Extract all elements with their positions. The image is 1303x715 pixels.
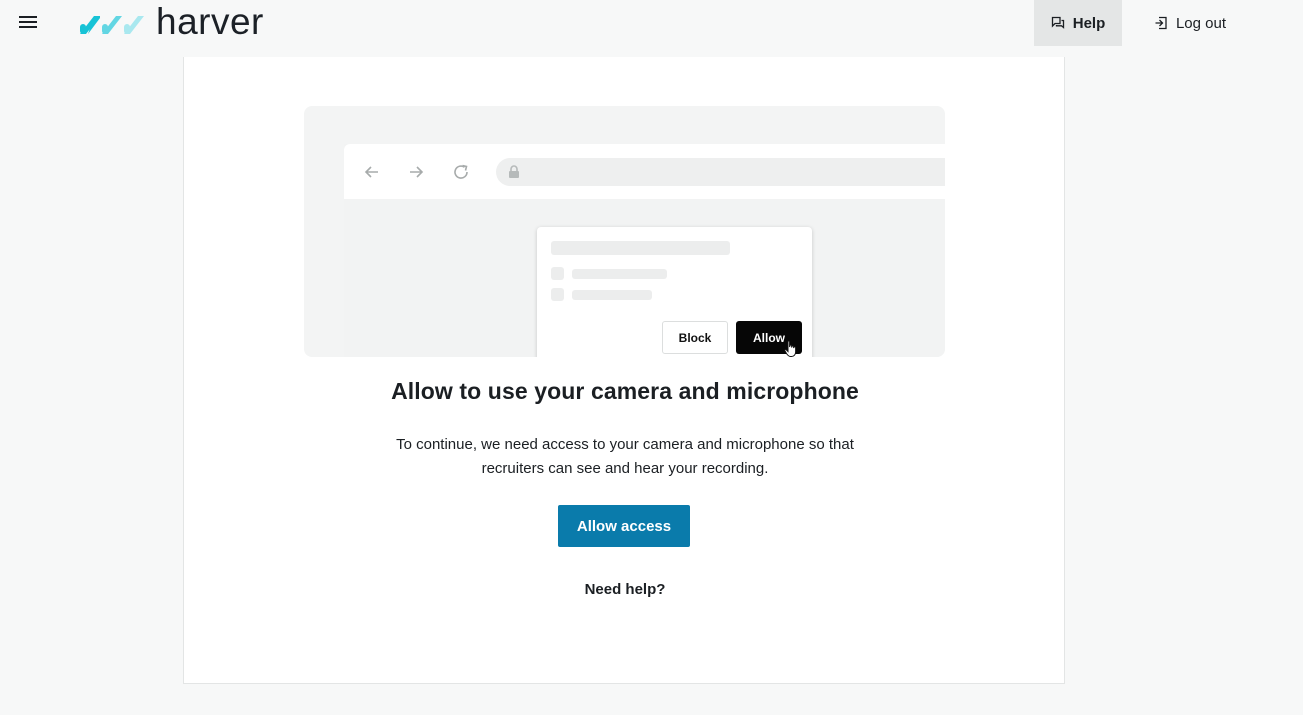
mock-browser-window: Block Allow <box>344 144 945 357</box>
back-arrow-icon <box>364 166 378 178</box>
top-header: harver Help Log out <box>0 0 1303 46</box>
page-title: Allow to use your camera and microphone <box>391 378 859 404</box>
logout-button[interactable]: Log out <box>1140 0 1240 46</box>
skeleton-line <box>551 241 730 255</box>
need-help-link[interactable]: Need help? <box>184 581 1066 598</box>
mock-address-bar <box>496 158 945 186</box>
logout-icon <box>1155 16 1167 30</box>
hamburger-menu-button[interactable] <box>14 10 42 34</box>
mock-permission-popup: Block Allow <box>537 227 812 357</box>
browser-permission-illustration: Block Allow <box>304 106 945 357</box>
allow-access-button[interactable]: Allow access <box>558 505 690 547</box>
mock-block-button: Block <box>662 321 728 354</box>
mock-browser-toolbar <box>344 144 945 199</box>
lock-icon <box>509 165 519 178</box>
chat-bubbles-icon <box>1051 16 1064 29</box>
forward-arrow-icon <box>410 166 424 178</box>
logo-wordmark: harver <box>156 1 264 42</box>
help-button[interactable]: Help <box>1034 0 1122 46</box>
skeleton-line <box>572 290 652 300</box>
harver-logo[interactable]: harver <box>78 1 264 42</box>
help-label: Help <box>1072 14 1106 32</box>
permission-description: To continue, we need access to your came… <box>396 436 854 477</box>
hamburger-icon <box>19 16 37 28</box>
reload-icon <box>454 164 468 179</box>
permission-card: Block Allow Allow to use your camera and… <box>183 57 1065 684</box>
hand-cursor-icon <box>784 340 797 357</box>
harver-logo-mark-icon <box>80 16 144 34</box>
skeleton-line <box>572 269 667 279</box>
skeleton-checkbox <box>551 288 564 301</box>
skeleton-checkbox <box>551 267 564 280</box>
logout-label: Log out <box>1175 14 1227 32</box>
